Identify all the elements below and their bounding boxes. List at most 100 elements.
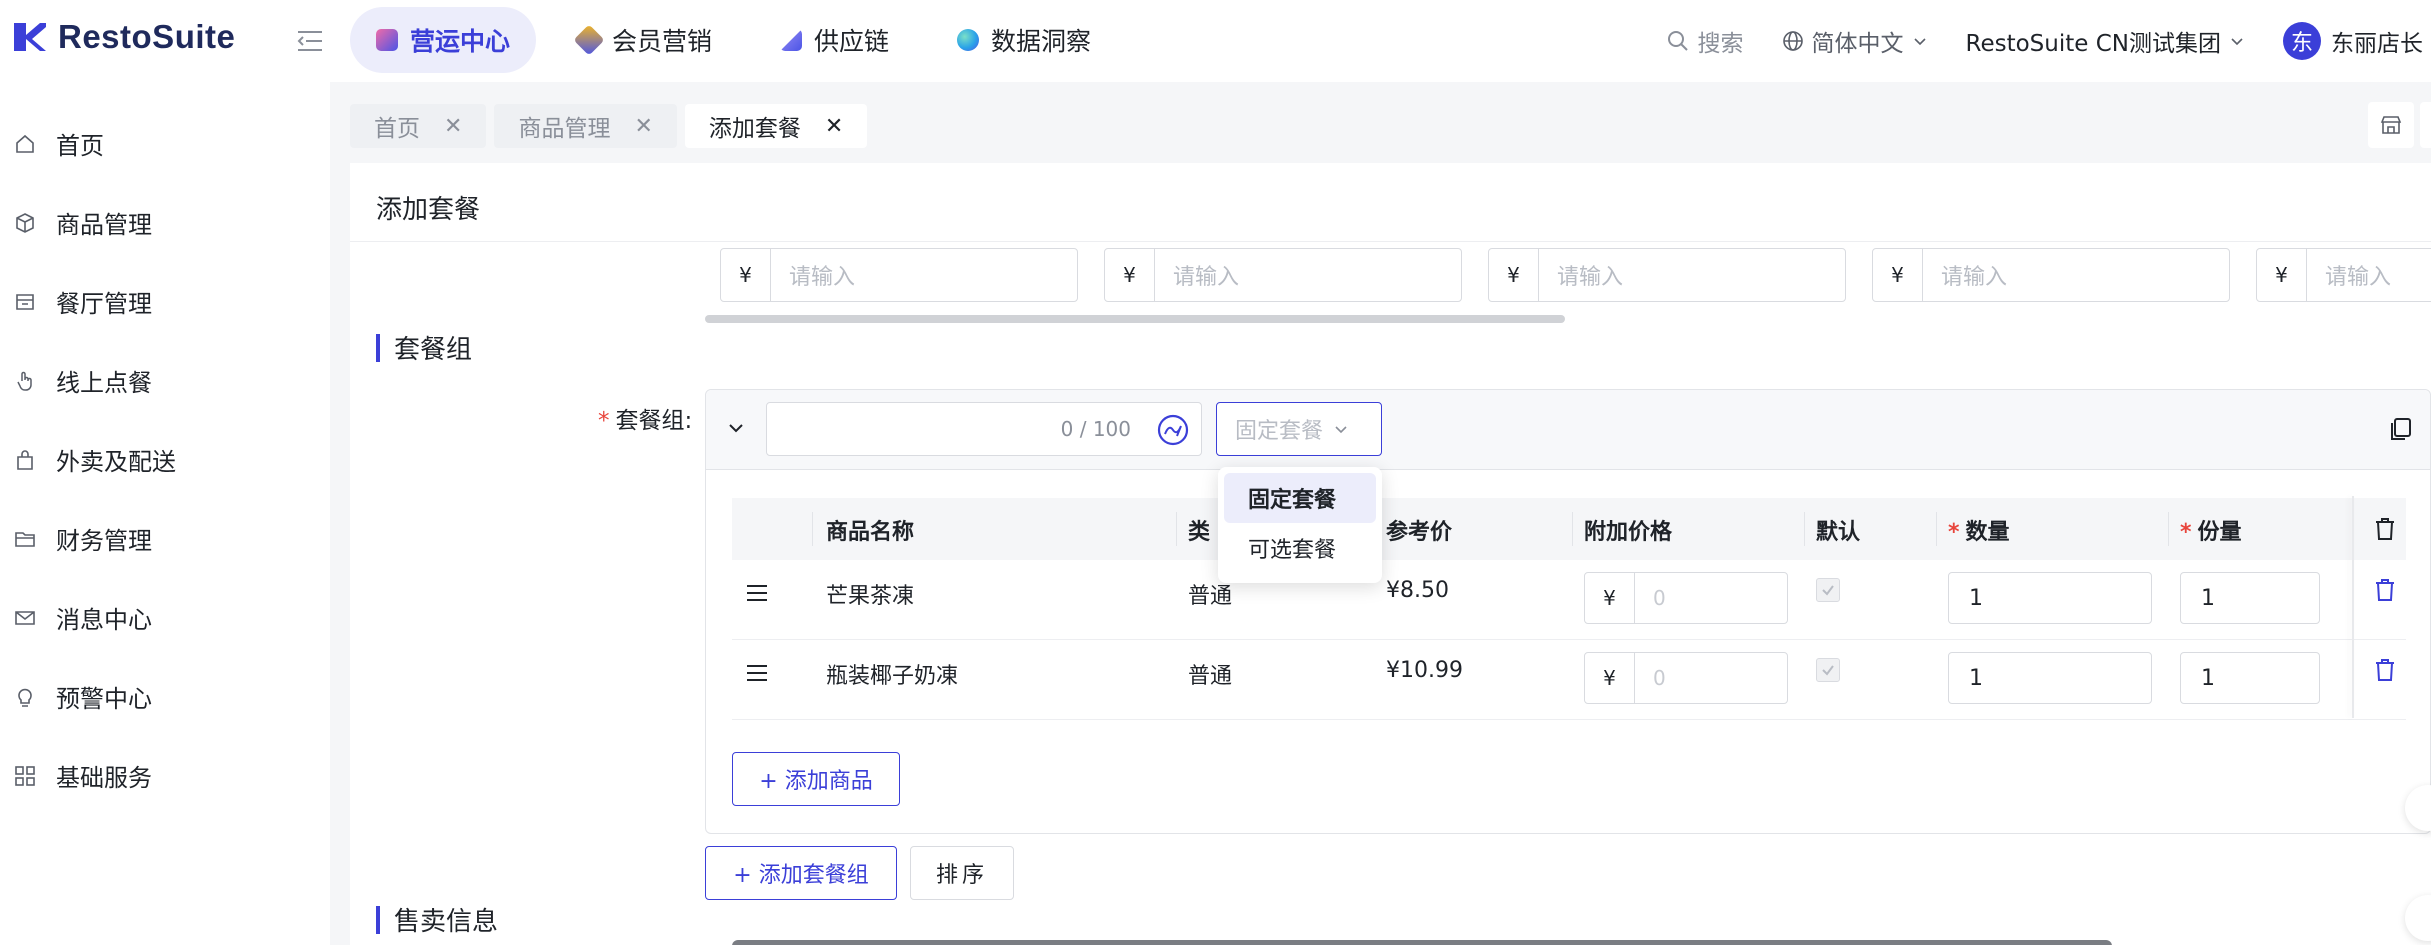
combo-type-select[interactable]: 固定套餐: [1216, 402, 1382, 456]
globe-icon: [1782, 31, 1803, 51]
group-name-input[interactable]: 0 / 100: [766, 402, 1202, 456]
sidebar-item-label: 首页: [56, 132, 104, 160]
trash-icon[interactable]: [2374, 658, 2396, 682]
content-card: 添加套餐 ¥ 请输入 ¥ 请输入 ¥ 请输入 ¥ 请输入 ¥ 请输入 套餐组 * 套餐组: …: [350, 163, 2431, 945]
price-input[interactable]: ¥ 请输入: [1104, 248, 1462, 302]
user-name: 东丽店长: [2331, 31, 2423, 57]
nav-data-insight[interactable]: 数据洞察: [931, 7, 1117, 73]
price-input[interactable]: ¥ 请输入: [1488, 248, 1846, 302]
title-divider: [350, 241, 2431, 242]
section-title: 售卖信息: [394, 907, 499, 937]
close-icon[interactable]: ✕: [825, 114, 843, 139]
brand-logo[interactable]: RestoSuite: [12, 18, 235, 56]
org-selector[interactable]: RestoSuite CN测试集团: [1966, 24, 2245, 58]
table-scrollbar[interactable]: [732, 940, 2112, 945]
tab-label: 商品管理: [518, 116, 611, 142]
item-type: 普通: [1188, 664, 1233, 689]
combo-group-box: 0 / 100 固定套餐 商品名称 类 参考价 附加价格 默认 * 数量 * 份…: [705, 389, 2431, 945]
help-float-button[interactable]: [2405, 895, 2431, 941]
sidebar-item-products[interactable]: 商品管理: [0, 183, 330, 262]
price-row-scrollbar[interactable]: [705, 315, 1565, 323]
sidebar-item-finance[interactable]: 财务管理: [0, 499, 330, 578]
portion-input[interactable]: 1: [2180, 652, 2320, 704]
user-menu[interactable]: 东 东丽店长: [2283, 22, 2423, 60]
copy-icon[interactable]: [2388, 416, 2414, 442]
sidebar-item-restaurant[interactable]: 餐厅管理: [0, 262, 330, 341]
sidebar-item-home[interactable]: 首页: [0, 104, 330, 183]
col-header-ref-price: 参考价: [1386, 520, 1453, 545]
store-switch-button[interactable]: [2368, 102, 2414, 148]
sidebar-item-basic-services[interactable]: 基础服务: [0, 736, 330, 815]
org-label: RestoSuite CN测试集团: [1965, 31, 2221, 57]
chevron-down-icon: [1335, 426, 1347, 434]
table-row: 瓶装椰子奶凍 普通 ¥10.99 ¥0 1 1: [732, 640, 2406, 720]
box-icon: [16, 212, 34, 233]
add-item-button[interactable]: + 添加商品: [732, 752, 900, 806]
price-input[interactable]: ¥ 请输入: [2256, 248, 2431, 302]
price-placeholder: 请输入: [789, 265, 856, 290]
portion-input[interactable]: 1: [2180, 572, 2320, 624]
trash-icon[interactable]: [2374, 517, 2396, 541]
required-mark: *: [1948, 520, 1960, 545]
add-combo-group-button[interactable]: + 添加套餐组: [705, 846, 897, 900]
option-optional-combo[interactable]: 可选套餐: [1224, 523, 1376, 573]
nav-member-marketing[interactable]: 会员营销: [552, 7, 738, 73]
chevron-down-icon[interactable]: [724, 416, 748, 440]
sidebar-item-label: 财务管理: [56, 527, 152, 555]
tab-products[interactable]: 商品管理 ✕: [494, 104, 677, 148]
price-input[interactable]: ¥ 请输入: [720, 248, 1078, 302]
section-sale-info: 售卖信息: [376, 901, 498, 938]
sidebar-item-label: 线上点餐: [56, 369, 152, 397]
column-divider: [1176, 512, 1177, 546]
col-header-default: 默认: [1816, 520, 1861, 545]
col-header-portion: * 份量: [2180, 514, 2242, 546]
translate-icon[interactable]: [1157, 414, 1189, 446]
item-ref-price: ¥8.50: [1386, 578, 1449, 603]
col-header-addon-price: 附加价格: [1584, 520, 1673, 545]
restosuite-logo-icon: [14, 23, 46, 51]
sidebar-collapse-icon[interactable]: [296, 28, 324, 54]
currency-prefix: ¥: [1105, 249, 1155, 301]
currency-prefix: ¥: [1489, 249, 1539, 301]
price-input[interactable]: ¥ 请输入: [1872, 248, 2230, 302]
sidebar-item-delivery[interactable]: 外卖及配送: [0, 420, 330, 499]
check-icon: [1822, 665, 1834, 676]
sidebar-item-messages[interactable]: 消息中心: [0, 578, 330, 657]
store-icon: [2380, 116, 2402, 134]
tab-home[interactable]: 首页 ✕: [350, 104, 487, 148]
nav-ops-center[interactable]: 营运中心: [350, 7, 537, 73]
close-icon[interactable]: ✕: [634, 114, 652, 139]
language-selector[interactable]: 简体中文: [1782, 24, 1928, 58]
tab-add-combo[interactable]: 添加套餐 ✕: [684, 104, 868, 148]
nav-label: 数据洞察: [991, 27, 1092, 56]
sidebar-item-label: 基础服务: [56, 764, 152, 792]
trash-icon[interactable]: [2374, 578, 2396, 602]
language-label: 简体中文: [1811, 31, 1904, 57]
global-search[interactable]: 搜索: [1666, 24, 1744, 58]
default-checkbox[interactable]: [1816, 578, 1840, 602]
sort-button[interactable]: 排序: [910, 846, 1014, 900]
column-divider: [1936, 512, 1937, 546]
col-header-name: 商品名称: [826, 520, 915, 545]
qty-input[interactable]: 1: [1948, 572, 2152, 624]
sidebar-item-online-order[interactable]: 线上点餐: [0, 341, 330, 420]
nav-supply-chain[interactable]: 供应链: [754, 7, 915, 73]
home-icon: [16, 134, 34, 153]
hand-pointer-icon: [17, 371, 32, 391]
drag-handle-icon[interactable]: [746, 584, 768, 602]
char-count: 0 / 100: [1060, 417, 1131, 441]
addon-price-input[interactable]: ¥0: [1584, 572, 1788, 624]
bag-icon: [17, 449, 33, 470]
section-accent-bar: [376, 333, 380, 362]
option-fixed-combo[interactable]: 固定套餐: [1224, 473, 1376, 523]
column-divider: [1572, 512, 1573, 546]
more-tools-button[interactable]: [2420, 102, 2431, 148]
drag-handle-icon[interactable]: [746, 664, 768, 682]
fixed-column-edge: [2352, 496, 2354, 718]
close-icon[interactable]: ✕: [444, 114, 462, 139]
sidebar-item-alerts[interactable]: 预警中心: [0, 657, 330, 736]
default-checkbox[interactable]: [1816, 658, 1840, 682]
addon-price-input[interactable]: ¥0: [1584, 652, 1788, 704]
qty-input[interactable]: 1: [1948, 652, 2152, 704]
ops-center-icon: [376, 29, 398, 51]
